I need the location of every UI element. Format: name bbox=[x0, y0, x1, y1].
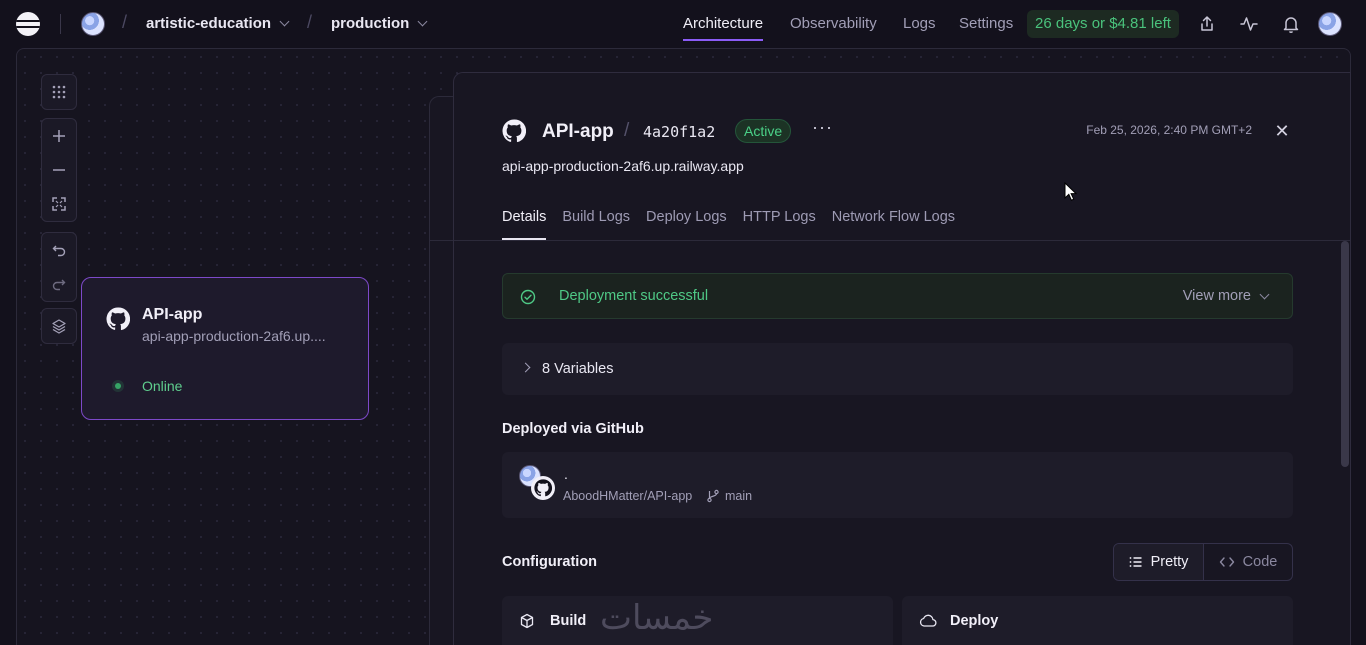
commit-info-card[interactable]: . AboodHMatter/API-app main bbox=[502, 452, 1293, 518]
railway-logo-icon[interactable] bbox=[16, 12, 40, 36]
cube-icon bbox=[520, 613, 534, 629]
code-label: Code bbox=[1242, 554, 1278, 570]
divider bbox=[60, 14, 61, 34]
redo-icon[interactable] bbox=[42, 267, 76, 301]
zoom-in-icon[interactable] bbox=[42, 119, 76, 153]
variables-accordion[interactable]: 8 Variables bbox=[502, 343, 1293, 395]
breadcrumb-separator: / bbox=[307, 12, 313, 32]
nav-logs[interactable]: Logs bbox=[903, 15, 936, 32]
more-options-icon[interactable]: ··· bbox=[812, 117, 833, 138]
chevron-down-icon bbox=[1259, 289, 1270, 299]
git-branch-icon bbox=[707, 489, 719, 503]
grid-menu-icon[interactable] bbox=[42, 75, 76, 109]
cloud-icon bbox=[919, 614, 937, 627]
view-mode-toggle: Pretty Code bbox=[1113, 543, 1293, 581]
service-card[interactable]: API-app api-app-production-2af6.up.... O… bbox=[81, 277, 369, 420]
tab-build-logs[interactable]: Build Logs bbox=[562, 209, 630, 240]
workspace-avatar[interactable] bbox=[81, 12, 105, 36]
list-icon bbox=[1129, 557, 1142, 567]
environment-name: production bbox=[331, 15, 410, 32]
status-badge: Active bbox=[735, 119, 792, 143]
canvas-toolbar-grid bbox=[41, 74, 77, 110]
bell-icon[interactable] bbox=[1281, 14, 1301, 34]
mouse-cursor-icon bbox=[1064, 182, 1078, 201]
trial-badge[interactable]: 26 days or $4.81 left bbox=[1027, 10, 1179, 38]
close-icon[interactable]: ✕ bbox=[1270, 119, 1294, 143]
environment-selector[interactable]: production bbox=[331, 15, 428, 32]
branch-link[interactable]: main bbox=[706, 489, 752, 503]
github-icon bbox=[106, 307, 130, 331]
pretty-view-button[interactable]: Pretty bbox=[1114, 544, 1204, 580]
watermark-logo: خمسات bbox=[600, 598, 714, 638]
top-bar: / artistic-education / production Archit… bbox=[0, 0, 1366, 48]
view-more-button[interactable]: View more bbox=[1182, 288, 1270, 304]
commit-message: . bbox=[564, 466, 568, 482]
nav-observability[interactable]: Observability bbox=[790, 15, 877, 32]
service-status: Online bbox=[142, 378, 183, 394]
zoom-out-icon[interactable] bbox=[42, 153, 76, 187]
project-selector[interactable]: artistic-education bbox=[146, 15, 290, 32]
service-url: api-app-production-2af6.up.... bbox=[142, 328, 326, 344]
service-detail-panel: API-app / 4a20f1a2 Active ··· Feb 25, 20… bbox=[453, 72, 1351, 645]
title-separator: / bbox=[624, 120, 630, 141]
view-more-label: View more bbox=[1182, 288, 1251, 304]
build-card-title: Build bbox=[550, 613, 587, 629]
deployment-status-banner[interactable]: Deployment successful View more bbox=[502, 273, 1293, 319]
panel-scrollbar[interactable] bbox=[1341, 241, 1349, 467]
check-circle-icon bbox=[520, 289, 536, 305]
tab-details[interactable]: Details bbox=[502, 209, 547, 240]
panel-tabs: Details Build Logs Deploy Logs HTTP Logs… bbox=[502, 209, 955, 240]
chevron-down-icon bbox=[279, 16, 290, 27]
deployment-status-text: Deployment successful bbox=[559, 288, 709, 304]
fit-view-icon[interactable] bbox=[42, 187, 76, 221]
build-config-card[interactable]: Build خمسات bbox=[502, 596, 893, 645]
github-badge-icon bbox=[531, 476, 555, 500]
repo-link[interactable]: AboodHMatter/API-app bbox=[563, 489, 692, 503]
status-dot bbox=[115, 383, 121, 389]
tab-network-flow-logs[interactable]: Network Flow Logs bbox=[832, 209, 955, 240]
branch-name: main bbox=[725, 489, 753, 503]
canvas-toolbar-zoom bbox=[41, 118, 77, 222]
undo-icon[interactable] bbox=[42, 233, 76, 267]
tab-http-logs[interactable]: HTTP Logs bbox=[743, 209, 816, 240]
nav-architecture[interactable]: Architecture bbox=[683, 15, 764, 41]
deploy-config-card[interactable]: Deploy bbox=[902, 596, 1293, 645]
tabs-divider bbox=[454, 240, 1350, 241]
service-name: API-app bbox=[142, 306, 203, 323]
breadcrumb-separator: / bbox=[122, 12, 128, 32]
project-name: artistic-education bbox=[146, 15, 272, 32]
canvas-toolbar-history bbox=[41, 232, 77, 302]
configuration-heading: Configuration bbox=[502, 554, 598, 570]
chevron-right-icon bbox=[520, 362, 531, 373]
user-avatar[interactable] bbox=[1318, 12, 1342, 36]
pretty-label: Pretty bbox=[1150, 554, 1189, 570]
service-domain-link[interactable]: api-app-production-2af6.up.railway.app bbox=[502, 158, 744, 174]
deploy-card-title: Deploy bbox=[950, 613, 999, 629]
activity-icon[interactable] bbox=[1239, 14, 1259, 34]
nav-settings[interactable]: Settings bbox=[959, 15, 1013, 32]
variables-label: 8 Variables bbox=[542, 361, 614, 377]
share-icon[interactable] bbox=[1197, 14, 1217, 34]
deployment-timestamp: Feb 25, 2026, 2:40 PM GMT+2 bbox=[1086, 123, 1252, 137]
chevron-down-icon bbox=[417, 16, 428, 27]
deployment-hash[interactable]: 4a20f1a2 bbox=[643, 123, 715, 141]
code-icon bbox=[1219, 557, 1234, 567]
panel-service-name: API-app bbox=[542, 121, 614, 142]
deployed-via-heading: Deployed via GitHub bbox=[502, 421, 644, 437]
tab-deploy-logs[interactable]: Deploy Logs bbox=[646, 209, 727, 240]
code-view-button[interactable]: Code bbox=[1204, 544, 1292, 580]
github-icon bbox=[502, 119, 526, 143]
layers-icon[interactable] bbox=[42, 309, 76, 343]
canvas-toolbar-layers bbox=[41, 308, 77, 344]
